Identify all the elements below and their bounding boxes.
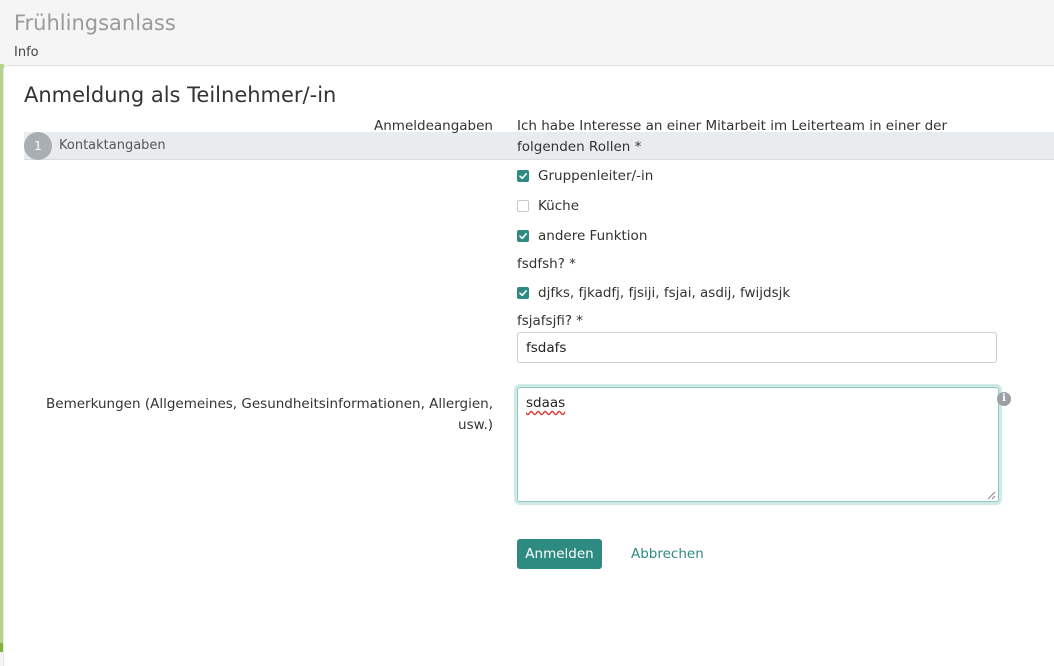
cancel-link[interactable]: Abbrechen (631, 544, 704, 564)
remarks-label: Bemerkungen (Allgemeines, Gesundheitsinf… (40, 394, 493, 436)
remarks-label-line2: usw.) (458, 417, 493, 433)
question1-label: Ich habe Interesse an einer Mitarbeit im… (517, 118, 947, 134)
page-header: Frühlingsanlass Info (14, 10, 176, 62)
question2-label: fsdfsh? * (517, 256, 576, 272)
question3-input[interactable] (517, 332, 997, 363)
step-label: Kontaktangaben (59, 138, 166, 153)
page-title: Frühlingsanlass (14, 11, 176, 35)
checkbox-checked-icon[interactable] (517, 170, 529, 182)
checkbox-unchecked-icon[interactable] (517, 200, 529, 212)
option-label: Küche (538, 198, 580, 214)
nav-info-link[interactable]: Info (14, 44, 176, 62)
question1-label-cont: folgenden Rollen * (517, 139, 642, 155)
remarks-label-line1: Bemerkungen (Allgemeines, Gesundheitsinf… (46, 396, 493, 412)
option-question2[interactable]: djfks, fjkadfj, fjsiji, fsjai, asdij, fw… (517, 283, 790, 303)
remarks-textarea[interactable]: sdaas (517, 387, 999, 502)
checkbox-checked-icon[interactable] (517, 287, 529, 299)
resize-grip-icon[interactable] (984, 488, 996, 500)
step-number: 1 (24, 132, 52, 160)
option-label: djfks, fjkadfj, fjsiji, fsjai, asdij, fw… (538, 285, 791, 301)
question3-label: fsjafsjfi? * (517, 313, 584, 329)
submit-button[interactable]: Anmelden (517, 539, 602, 569)
option-label: andere Funktion (538, 228, 648, 244)
checkbox-checked-icon[interactable] (517, 230, 529, 242)
section-label-anmeldeangaben: Anmeldeangaben (374, 118, 493, 134)
remarks-value: sdaas (526, 395, 566, 411)
option-andere-funktion[interactable]: andere Funktion (517, 226, 647, 246)
info-icon[interactable]: i (997, 392, 1011, 406)
form-title: Anmeldung als Teilnehmer/-in (24, 83, 337, 107)
option-gruppenleiter[interactable]: Gruppenleiter/-in (517, 166, 653, 186)
option-kueche[interactable]: Küche (517, 196, 579, 216)
option-label: Gruppenleiter/-in (538, 168, 654, 184)
